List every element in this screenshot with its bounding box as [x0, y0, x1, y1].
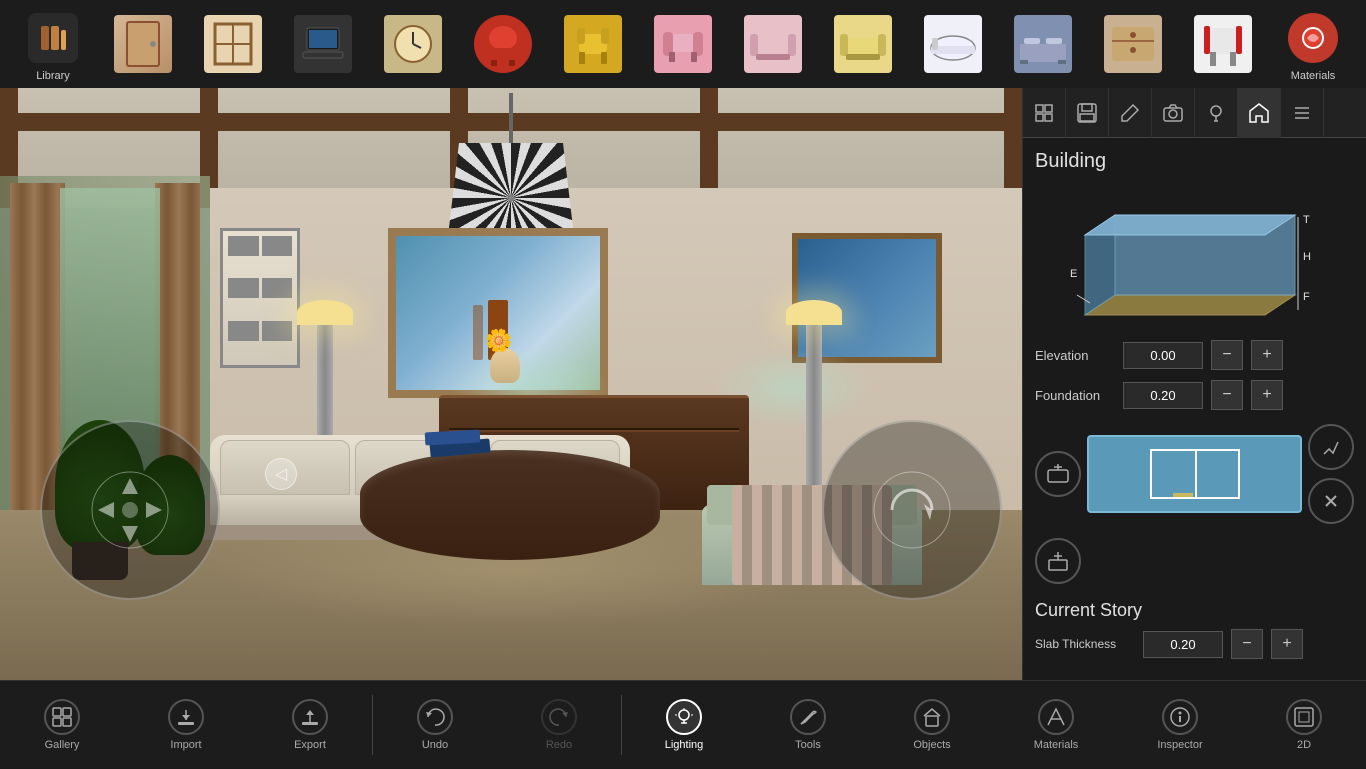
svg-text:F: F [1303, 291, 1310, 303]
slab-input[interactable] [1143, 631, 1223, 658]
objects-button[interactable]: Objects [870, 681, 994, 769]
top-toolbar: Library [0, 0, 1366, 88]
bottom-bar: Gallery Import Export Undo Redo Lighting [0, 680, 1366, 768]
slab-plus[interactable]: + [1271, 629, 1303, 659]
right-panel: Building T H F E [1022, 88, 1366, 768]
nav-control-move[interactable] [40, 420, 220, 600]
furniture-chair-yellow[interactable] [548, 8, 638, 80]
elevation-input[interactable] [1123, 342, 1203, 369]
furniture-clock[interactable] [368, 8, 458, 80]
export-button[interactable]: Export [248, 681, 372, 769]
furniture-chair-pink[interactable] [638, 8, 728, 80]
library-button[interactable]: Library [8, 2, 98, 86]
furniture-bathtub[interactable] [908, 8, 998, 80]
floorplan-preview[interactable] [1087, 435, 1302, 513]
slab-minus[interactable]: − [1231, 629, 1263, 659]
gallery-button[interactable]: Gallery [0, 681, 124, 769]
nav-control-rotate[interactable] [822, 420, 1002, 600]
furniture-bed[interactable] [998, 8, 1088, 80]
elevation-row: Elevation − + [1035, 340, 1354, 370]
foundation-minus[interactable]: − [1211, 380, 1243, 410]
foundation-plus[interactable]: + [1251, 380, 1283, 410]
current-story-title: Current Story [1035, 600, 1354, 621]
inspector-button[interactable]: Inspector [1118, 681, 1242, 769]
tool-save[interactable] [1066, 88, 1109, 138]
edit-floor-button[interactable] [1308, 424, 1354, 470]
add-story-button[interactable] [1035, 538, 1081, 584]
tool-object[interactable] [1023, 88, 1066, 138]
delete-floor-button[interactable] [1308, 478, 1354, 524]
furniture-sofa-pink[interactable] [728, 8, 818, 80]
materials-button[interactable]: Materials [1268, 2, 1358, 86]
furniture-laptop[interactable] [278, 8, 368, 80]
add-floor-button[interactable] [1035, 451, 1081, 497]
foundation-input[interactable] [1123, 382, 1203, 409]
elevation-minus[interactable]: − [1211, 340, 1243, 370]
viewport[interactable]: 🌼 [0, 88, 1022, 680]
redo-button: Redo [497, 681, 621, 769]
materials-bottom-button[interactable]: Materials [994, 681, 1118, 769]
furniture-dresser[interactable] [1088, 8, 1178, 80]
furniture-window[interactable] [188, 8, 278, 80]
elevation-plus[interactable]: + [1251, 340, 1283, 370]
foundation-row: Foundation − + [1035, 380, 1354, 410]
tool-light[interactable] [1195, 88, 1238, 138]
import-button[interactable]: Import [124, 681, 248, 769]
tool-paint[interactable] [1109, 88, 1152, 138]
tool-camera[interactable] [1152, 88, 1195, 138]
furniture-door[interactable] [98, 8, 188, 80]
tool-list[interactable] [1281, 88, 1324, 138]
foundation-label: Foundation [1035, 388, 1115, 403]
building-title: Building [1035, 150, 1354, 173]
tool-home[interactable] [1238, 88, 1281, 138]
tools-button[interactable]: Tools [746, 681, 870, 769]
svg-text:H: H [1303, 251, 1311, 263]
svg-text:E: E [1070, 268, 1077, 280]
furniture-chair-red[interactable] [458, 8, 548, 80]
lighting-button[interactable]: Lighting [622, 681, 746, 769]
panel-content: Building T H F E [1023, 138, 1366, 681]
furniture-chair-red2[interactable] [1178, 8, 1268, 80]
svg-text:T: T [1303, 214, 1310, 226]
building-diagram: T H F E [1035, 185, 1315, 340]
panel-toolbar [1023, 88, 1366, 138]
slab-label: Slab Thickness [1035, 637, 1135, 651]
elevation-label: Elevation [1035, 348, 1115, 363]
furniture-sofa-yellow[interactable] [818, 8, 908, 80]
nav-control-left[interactable]: ◁ [265, 458, 297, 490]
undo-button[interactable]: Undo [373, 681, 497, 769]
2d-button[interactable]: 2D [1242, 681, 1366, 769]
slab-row: Slab Thickness − + [1035, 629, 1354, 659]
